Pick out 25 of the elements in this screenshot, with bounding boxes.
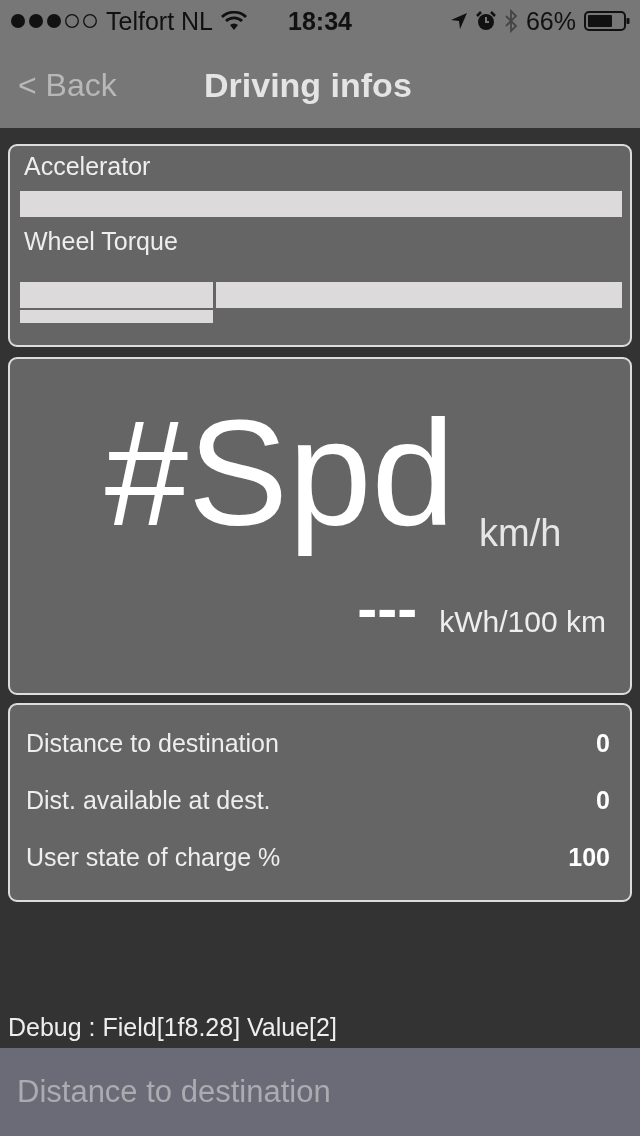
back-button[interactable]: < Back (18, 66, 204, 104)
bluetooth-icon (503, 9, 518, 33)
stat-value: 0 (596, 729, 610, 758)
speed-unit: km/h (479, 512, 562, 556)
stat-label: Dist. available at dest. (26, 786, 271, 815)
gauge-label: Wheel Torque (23, 227, 178, 256)
screen-title: Driving infos (204, 65, 412, 105)
consumption-value: --- (357, 579, 418, 639)
wifi-icon (221, 11, 247, 31)
debug-text: Debug : Field[1f8.28] Value[2] (7, 1013, 338, 1043)
bottom-selector[interactable]: Distance to destination (0, 1048, 640, 1136)
carrier-name: Telfort NL (106, 6, 213, 36)
speed-value: #Spd (104, 388, 455, 559)
stat-label: User state of charge % (26, 843, 281, 872)
battery-icon (584, 11, 630, 31)
gauge-label: Accelerator (23, 152, 151, 181)
signal-icon (10, 13, 98, 29)
stat-value: 0 (596, 786, 610, 815)
stat-value: 100 (568, 843, 610, 872)
alarm-icon (475, 11, 496, 31)
battery-percent: 66% (525, 6, 576, 36)
location-arrow-icon (449, 12, 468, 30)
consumption-unit: kWh/100 km (439, 605, 606, 639)
stat-label: Distance to destination (26, 729, 279, 758)
clock-time: 18:34 (288, 6, 352, 36)
